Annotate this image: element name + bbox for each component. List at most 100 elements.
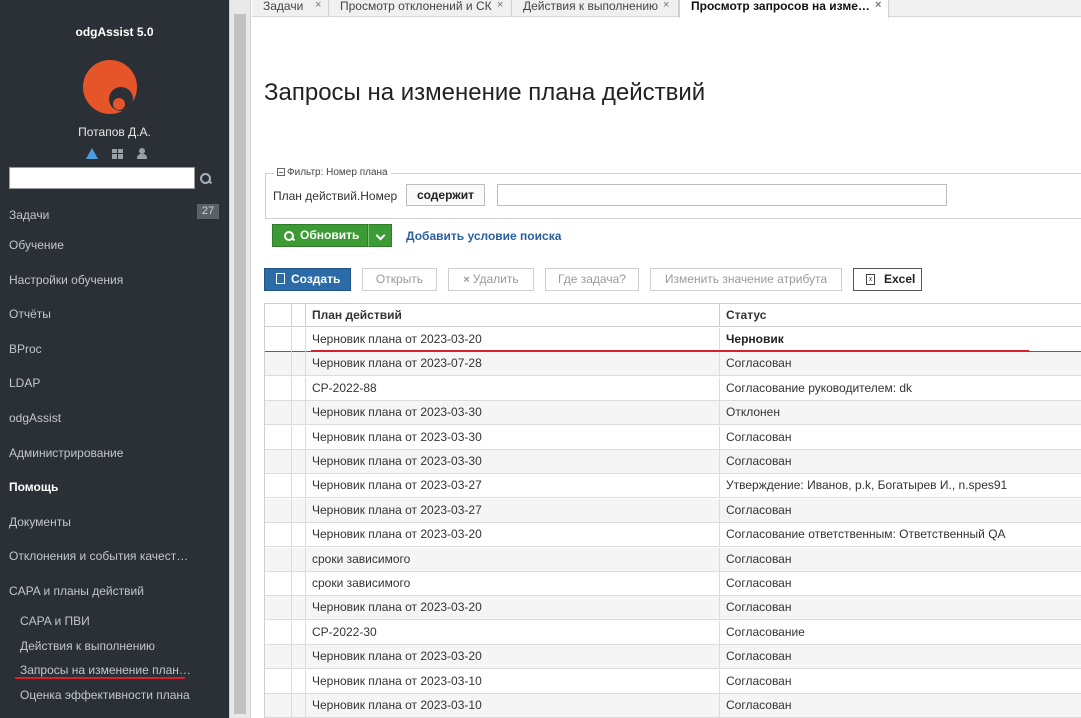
plan-cell[interactable]: CP-2022-30 bbox=[306, 620, 720, 645]
plan-cell[interactable]: CP-2022-88 bbox=[306, 376, 720, 401]
header-select[interactable] bbox=[265, 304, 292, 327]
plan-cell[interactable]: сроки зависимого bbox=[306, 572, 720, 596]
filter-value-input[interactable] bbox=[497, 184, 947, 206]
status-cell[interactable]: Согласование руководителем: dk bbox=[720, 377, 1081, 401]
sidebar-item-capa[interactable]: CAPA и планы действий bbox=[9, 584, 144, 598]
sidebar-item-training-settings[interactable]: Настройки обучения bbox=[9, 273, 123, 287]
table-row[interactable]: Черновик плана от 2023-03-20 Согласование… bbox=[265, 523, 1081, 548]
delete-button[interactable]: × Удалить bbox=[448, 268, 534, 291]
row-select-cell[interactable] bbox=[265, 376, 292, 401]
sidebar-item-training[interactable]: Обучение bbox=[9, 238, 64, 252]
scrollbar-thumb[interactable] bbox=[234, 14, 246, 714]
status-cell[interactable]: Утверждение: Иванов, p.k, Богатырев И., … bbox=[720, 474, 1081, 498]
status-cell[interactable]: Согласован bbox=[720, 645, 1081, 669]
excel-button[interactable]: Excel bbox=[853, 268, 922, 291]
sidebar-item-administration[interactable]: Администрирование bbox=[9, 446, 123, 460]
sidebar-scrollbar[interactable] bbox=[229, 0, 251, 718]
plan-cell[interactable]: Черновик плана от 2023-03-30 bbox=[306, 425, 720, 450]
plan-cell[interactable]: Черновик плана от 2023-03-27 bbox=[306, 498, 720, 523]
status-cell[interactable]: Согласован bbox=[720, 450, 1081, 474]
status-cell[interactable]: Согласование bbox=[720, 621, 1081, 645]
table-row[interactable]: Черновик плана от 2023-07-28 Согласован bbox=[265, 352, 1081, 377]
plan-cell[interactable]: Черновик плана от 2023-03-20 bbox=[306, 523, 720, 548]
row-select-cell[interactable] bbox=[265, 474, 292, 499]
filter-operator-button[interactable]: содержит bbox=[406, 184, 485, 206]
sidebar-item-bproc[interactable]: BProc bbox=[9, 342, 42, 356]
sidebar-item-odgassist[interactable]: odgAssist bbox=[9, 411, 61, 425]
header-plan[interactable]: План действий bbox=[306, 304, 720, 327]
user-icon[interactable] bbox=[137, 148, 147, 159]
row-select-cell[interactable] bbox=[265, 498, 292, 523]
header-status[interactable]: Статус bbox=[720, 304, 1081, 327]
add-condition-link[interactable]: Добавить условие поиска bbox=[406, 229, 561, 243]
sidebar-item-reports[interactable]: Отчёты bbox=[9, 307, 51, 321]
status-cell[interactable]: Согласован bbox=[720, 426, 1081, 450]
sidebar-search-input[interactable] bbox=[9, 167, 195, 189]
tab-actions[interactable]: Действия к выполнению × bbox=[512, 0, 679, 17]
status-cell[interactable]: Согласование ответственным: Ответственны… bbox=[720, 523, 1081, 547]
table-row[interactable]: Черновик плана от 2023-03-30 Согласован bbox=[265, 425, 1081, 450]
status-cell[interactable]: Согласован bbox=[720, 352, 1081, 376]
sidebar-item-tasks[interactable]: Задачи bbox=[9, 208, 49, 222]
status-cell[interactable]: Согласован bbox=[720, 670, 1081, 694]
plan-cell[interactable]: Черновик плана от 2023-03-27 bbox=[306, 474, 720, 499]
row-select-cell[interactable] bbox=[265, 645, 292, 670]
row-select-cell[interactable] bbox=[265, 401, 292, 426]
plan-cell[interactable]: Черновик плана от 2023-03-20 bbox=[306, 328, 720, 352]
sidebar-subitem-efficiency[interactable]: Оценка эффективности плана bbox=[20, 688, 190, 702]
sidebar-item-help[interactable]: Помощь bbox=[9, 480, 58, 494]
plan-cell[interactable]: Черновик плана от 2023-03-20 bbox=[306, 645, 720, 670]
collapse-icon[interactable] bbox=[277, 168, 285, 176]
plan-cell[interactable]: Черновик плана от 2023-07-28 bbox=[306, 352, 720, 377]
plan-cell[interactable]: Черновик плана от 2023-03-10 bbox=[306, 669, 720, 694]
table-row[interactable]: Черновик плана от 2023-03-20 Черновик bbox=[265, 328, 1081, 352]
sidebar-item-ldap[interactable]: LDAP bbox=[9, 376, 40, 390]
close-icon[interactable]: × bbox=[663, 0, 669, 11]
row-select-cell[interactable] bbox=[265, 450, 292, 474]
status-cell[interactable]: Согласован bbox=[720, 548, 1081, 572]
sidebar-subitem-change-requests[interactable]: Запросы на изменение план… bbox=[20, 663, 191, 677]
table-row[interactable]: Черновик плана от 2023-03-20 Согласован bbox=[265, 645, 1081, 670]
sidebar-subitem-capa-pvi[interactable]: CAPA и ПВИ bbox=[20, 614, 90, 628]
table-row[interactable]: CP-2022-88 Согласование руководителем: dk bbox=[265, 376, 1081, 401]
row-select-cell[interactable] bbox=[265, 620, 292, 645]
search-icon[interactable] bbox=[200, 173, 211, 184]
table-row[interactable]: Черновик плана от 2023-03-30 Отклонен bbox=[265, 401, 1081, 426]
sidebar-item-documents[interactable]: Документы bbox=[9, 515, 71, 529]
status-cell[interactable]: Согласован bbox=[720, 572, 1081, 596]
plan-cell[interactable]: Черновик плана от 2023-03-30 bbox=[306, 450, 720, 474]
status-cell[interactable]: Черновик bbox=[720, 328, 1081, 352]
table-row[interactable]: сроки зависимого Согласован bbox=[265, 547, 1081, 572]
sidebar-subitem-actions[interactable]: Действия к выполнению bbox=[20, 639, 155, 653]
close-icon[interactable]: × bbox=[875, 0, 881, 11]
close-icon[interactable]: × bbox=[497, 0, 503, 11]
row-select-cell[interactable] bbox=[265, 352, 292, 377]
table-row[interactable]: Черновик плана от 2023-03-30 Согласован bbox=[265, 450, 1081, 474]
plan-cell[interactable]: сроки зависимого bbox=[306, 547, 720, 572]
status-cell[interactable]: Согласован bbox=[720, 499, 1081, 523]
row-select-cell[interactable] bbox=[265, 425, 292, 450]
where-task-button[interactable]: Где задача? bbox=[545, 268, 639, 291]
warning-icon[interactable] bbox=[86, 148, 98, 159]
plan-cell[interactable]: Черновик плана от 2023-03-30 bbox=[306, 401, 720, 426]
row-select-cell[interactable] bbox=[265, 523, 292, 548]
table-row[interactable]: CP-2022-30 Согласование bbox=[265, 620, 1081, 645]
table-row[interactable]: Черновик плана от 2023-03-27 Согласован bbox=[265, 498, 1081, 523]
row-select-cell[interactable] bbox=[265, 572, 292, 596]
filter-legend[interactable]: Фильтр: Номер плана bbox=[274, 167, 391, 178]
refresh-dropdown-button[interactable] bbox=[368, 224, 392, 247]
row-select-cell[interactable] bbox=[265, 694, 292, 718]
plan-cell[interactable]: Черновик плана от 2023-03-20 bbox=[306, 596, 720, 621]
change-attribute-button[interactable]: Изменить значение атрибута bbox=[650, 268, 842, 291]
plan-cell[interactable]: Черновик плана от 2023-03-10 bbox=[306, 694, 720, 718]
open-button[interactable]: Открыть bbox=[362, 268, 437, 291]
row-select-cell[interactable] bbox=[265, 669, 292, 694]
sidebar-item-deviations[interactable]: Отклонения и события качест… bbox=[9, 549, 188, 563]
table-row[interactable]: Черновик плана от 2023-03-20 Согласован bbox=[265, 596, 1081, 621]
status-cell[interactable]: Отклонен bbox=[720, 401, 1081, 425]
table-row[interactable]: Черновик плана от 2023-03-10 Согласован bbox=[265, 669, 1081, 694]
status-cell[interactable]: Согласован bbox=[720, 694, 1081, 718]
table-row[interactable]: Черновик плана от 2023-03-10 Согласован bbox=[265, 694, 1081, 718]
close-icon[interactable]: × bbox=[315, 0, 321, 11]
status-cell[interactable]: Согласован bbox=[720, 596, 1081, 620]
